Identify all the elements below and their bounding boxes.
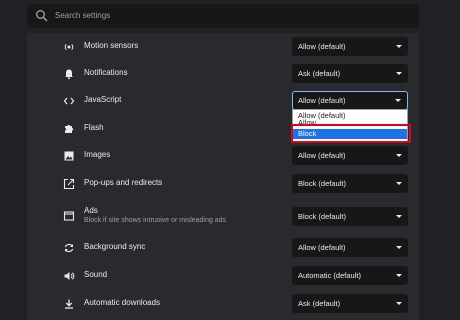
select-value: Ask (default) [298, 299, 341, 308]
chevron-down-icon [396, 246, 402, 249]
select-value: Allow (default) [298, 96, 346, 105]
automatic-downloads-select[interactable]: Ask (default) [292, 294, 408, 313]
notifications-select[interactable]: Ask (default) [292, 64, 408, 83]
puzzle-icon [65, 124, 74, 133]
setting-label: Automatic downloads [84, 298, 161, 307]
external-link-icon [63, 178, 75, 190]
select-value: Allow (default) [298, 151, 346, 160]
image-icon [64, 151, 74, 161]
setting-label: Ads [84, 206, 98, 215]
window-icon [63, 211, 75, 221]
setting-label: Background sync [84, 242, 146, 251]
select-value: Automatic (default) [298, 271, 361, 280]
chevron-down-icon [396, 215, 402, 218]
setting-label: Sound [84, 270, 108, 279]
popups-select[interactable]: Block (default) [292, 174, 408, 193]
select-value: Block (default) [298, 212, 346, 221]
setting-label: JavaScript [84, 95, 122, 104]
ads-select[interactable]: Block (default) [292, 207, 408, 226]
setting-row-background-sync: Background sync Allow (default) [27, 234, 419, 261]
setting-label: Flash [84, 123, 104, 132]
setting-row-images: Images Allow (default) [27, 142, 419, 169]
download-icon [65, 299, 73, 309]
chevron-down-icon [396, 72, 402, 75]
setting-row-popups: Pop-ups and redirects Block (default) [27, 170, 419, 197]
javascript-select[interactable]: Allow (default) [292, 91, 408, 110]
chevron-down-icon [396, 182, 402, 185]
top-bar: Search settings [0, 0, 460, 33]
settings-panel: Motion sensors Allow (default) Notificat… [27, 33, 419, 320]
search-icon [36, 10, 48, 22]
highlight-box [291, 124, 411, 143]
code-icon [63, 97, 75, 105]
setting-label: Notifications [84, 68, 128, 77]
chevron-down-icon [396, 154, 402, 157]
setting-row-automatic-downloads: Automatic downloads Ask (default) [27, 290, 419, 317]
setting-label: Pop-ups and redirects [84, 178, 163, 187]
select-value: Allow (default) [298, 42, 346, 51]
select-value: Block (default) [298, 179, 346, 188]
select-value: Ask (default) [298, 69, 341, 78]
chevron-down-icon [395, 99, 401, 102]
search-placeholder: Search settings [55, 11, 111, 20]
chevron-down-icon [396, 274, 402, 277]
sync-icon [64, 243, 74, 253]
setting-row-motion-sensors: Motion sensors Allow (default) [27, 33, 419, 60]
setting-label: Motion sensors [84, 41, 139, 50]
background-sync-select[interactable]: Allow (default) [292, 238, 408, 257]
images-select[interactable]: Allow (default) [292, 146, 408, 165]
select-value: Allow (default) [298, 243, 346, 252]
sound-select[interactable]: Automatic (default) [292, 266, 408, 285]
setting-label: Images [84, 150, 111, 159]
setting-row-sound: Sound Automatic (default) [27, 262, 419, 289]
chevron-down-icon [396, 45, 402, 48]
setting-row-notifications: Notifications Ask (default) [27, 60, 419, 87]
setting-row-ads: Ads Block if site shows intrusive or mis… [27, 199, 419, 233]
search-input[interactable]: Search settings [27, 4, 419, 28]
setting-sublabel: Block if site shows intrusive or mislead… [84, 217, 227, 224]
speaker-icon [64, 272, 75, 280]
motion-sensor-icon [64, 43, 74, 51]
chevron-down-icon [396, 302, 402, 305]
bell-icon [65, 69, 73, 80]
motion-sensors-select[interactable]: Allow (default) [292, 37, 408, 56]
